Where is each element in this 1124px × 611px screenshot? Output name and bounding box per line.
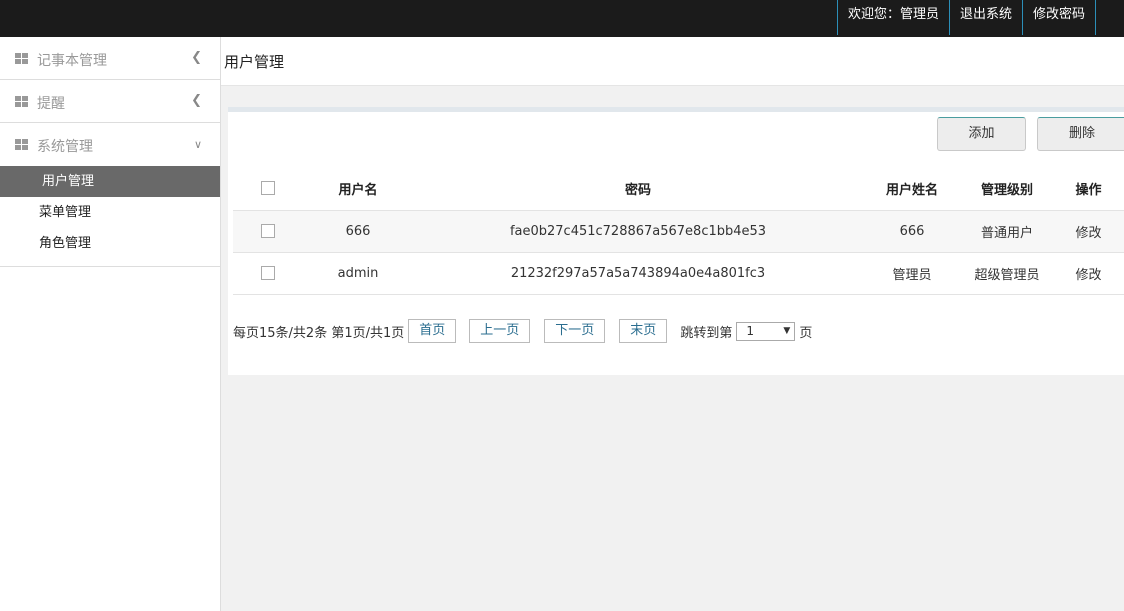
pagination-summary: 每页15条/共2条 第1页/共1页 [233,325,405,341]
pagination: 每页15条/共2条 第1页/共1页 首页 上一页 下一页 末页 跳转到第 1 ▼… [233,319,812,343]
page-jump-select[interactable]: 1 ▼ [736,321,796,341]
page-suffix: 页 [799,325,813,341]
last-page-button[interactable]: 末页 [619,319,668,343]
sidebar-submenu: 用户管理 菜单管理 角色管理 [0,166,220,267]
top-bar: 欢迎您：管理员 退出系统 修改密码 [0,0,1124,37]
top-links: 欢迎您：管理员 退出系统 修改密码 [836,0,1096,35]
grid-icon [15,53,28,64]
cell-password: 21232f297a57a5a743894a0e4a801fc3 [413,251,863,295]
cell-name: 管理员 [863,251,961,295]
edit-link[interactable]: 修改 [1053,251,1124,295]
sidebar-item-user-management[interactable]: 用户管理 [0,166,220,197]
row-checkbox[interactable] [261,266,275,280]
table-row: admin 21232f297a57a5a743894a0e4a801fc3 管… [233,251,1124,295]
table-row: 666 fae0b27c451c728867a567e8c1bb4e53 666… [233,209,1124,252]
chevron-left-icon: ❮ [191,93,202,108]
column-header-name: 用户姓名 [885,182,938,198]
first-page-button[interactable]: 首页 [408,319,457,343]
cell-name: 666 [863,209,961,252]
cell-username: admin [303,251,413,295]
column-header-level: 管理级别 [980,182,1033,198]
edit-link[interactable]: 修改 [1053,209,1124,252]
welcome-text: 欢迎您：管理员 [836,0,949,35]
column-header-action: 操作 [1075,182,1102,198]
content-panel: 添加 删除 用户名 密码 用户姓名 管理级别 操作 666 fae0b27c45… [228,107,1124,375]
user-table: 用户名 密码 用户姓名 管理级别 操作 666 fae0b27c451c7288… [233,167,1124,295]
main-content: 用户管理 添加 删除 用户名 密码 用户姓名 管理级别 操作 666 fae0b… [221,37,1124,611]
change-password-link[interactable]: 修改密码 [1021,0,1096,35]
add-button[interactable]: 添加 [937,117,1026,151]
page-title: 用户管理 [224,53,285,71]
cell-level: 超级管理员 [961,251,1053,295]
page-jump-value: 1 [746,323,754,338]
prev-page-button[interactable]: 上一页 [469,319,531,343]
delete-button[interactable]: 删除 [1037,117,1124,151]
sidebar: 记事本管理 ❮ 提醒 ❮ 系统管理 ∨ 用户管理 菜单管理 角色管理 [0,37,221,611]
sidebar-group-reminder[interactable]: 提醒 ❮ [0,80,220,123]
sidebar-group-system[interactable]: 系统管理 ∨ [0,123,220,166]
cell-username: 666 [303,209,413,252]
next-page-button[interactable]: 下一页 [544,319,606,343]
dropdown-arrow-icon: ▼ [783,325,791,336]
jump-label: 跳转到第 [680,325,733,341]
page-header: 用户管理 [221,37,1124,86]
table-header-row: 用户名 密码 用户姓名 管理级别 操作 [233,167,1124,210]
grid-icon [15,96,28,107]
logout-link[interactable]: 退出系统 [948,0,1022,35]
cell-level: 普通用户 [961,209,1053,252]
grid-icon [15,139,28,150]
sidebar-group-label: 提醒 [37,96,65,112]
sidebar-group-notebook[interactable]: 记事本管理 ❮ [0,37,220,80]
sidebar-group-label: 记事本管理 [37,53,107,69]
column-header-password: 密码 [624,182,651,198]
row-checkbox[interactable] [261,224,275,238]
column-header-username: 用户名 [338,182,378,198]
chevron-down-icon: ∨ [193,138,202,151]
sidebar-group-label: 系统管理 [37,139,93,155]
sidebar-item-role-management[interactable]: 角色管理 [0,228,220,259]
cell-password: fae0b27c451c728867a567e8c1bb4e53 [413,209,863,252]
sidebar-item-menu-management[interactable]: 菜单管理 [0,197,220,228]
select-all-checkbox[interactable] [261,181,275,196]
chevron-left-icon: ❮ [191,50,202,65]
